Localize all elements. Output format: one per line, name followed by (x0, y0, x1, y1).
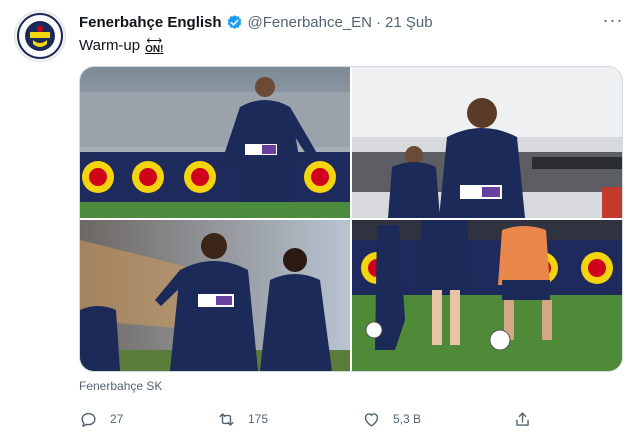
player-number-27-photo (80, 220, 350, 371)
like-button[interactable]: 5,3 B (362, 410, 421, 429)
tweet-body: Warm-up (79, 37, 141, 54)
like-count: 5,3 B (393, 412, 422, 426)
author-name[interactable]: Fenerbahçe English (79, 14, 222, 31)
on-emoji-text: ON! (145, 44, 164, 55)
player-warmup-photo (80, 67, 350, 218)
tweet-header: Fenerbahçe English @Fenerbahce_EN · 21 Ş… (79, 11, 624, 33)
source-label[interactable]: Fenerbahçe SK (79, 379, 162, 393)
reply-button[interactable]: 27 (79, 410, 123, 429)
players-with-ball-photo (352, 220, 622, 371)
heart-icon (364, 412, 379, 427)
tweet-date[interactable]: 21 Şub (385, 14, 433, 31)
photo-3[interactable] (80, 220, 350, 371)
retweet-button[interactable]: 175 (217, 410, 268, 429)
share-button[interactable] (513, 410, 544, 429)
share-icon (516, 411, 529, 426)
author-handle[interactable]: @Fenerbahce_EN (248, 14, 372, 31)
on-arrow-emoji: ⟷ ON! (145, 36, 163, 55)
photo-4[interactable] (352, 220, 622, 371)
reply-icon (81, 412, 96, 427)
reply-count: 27 (110, 412, 124, 426)
retweet-icon (219, 412, 234, 426)
more-options-icon[interactable]: ··· (598, 8, 628, 32)
tweet-text: Warm-up ⟷ ON! (79, 36, 163, 55)
avatar[interactable] (14, 10, 66, 62)
retweet-count: 175 (248, 412, 269, 426)
photo-2[interactable] (352, 67, 622, 218)
tweet-actions: 27 175 5,3 B (79, 406, 623, 432)
media-grid (79, 66, 623, 372)
club-crest-icon (17, 13, 63, 59)
separator-dot: · (376, 13, 382, 31)
photo-1[interactable] (80, 67, 350, 218)
players-warmup-photo (352, 67, 622, 218)
verified-badge-icon (227, 14, 241, 29)
